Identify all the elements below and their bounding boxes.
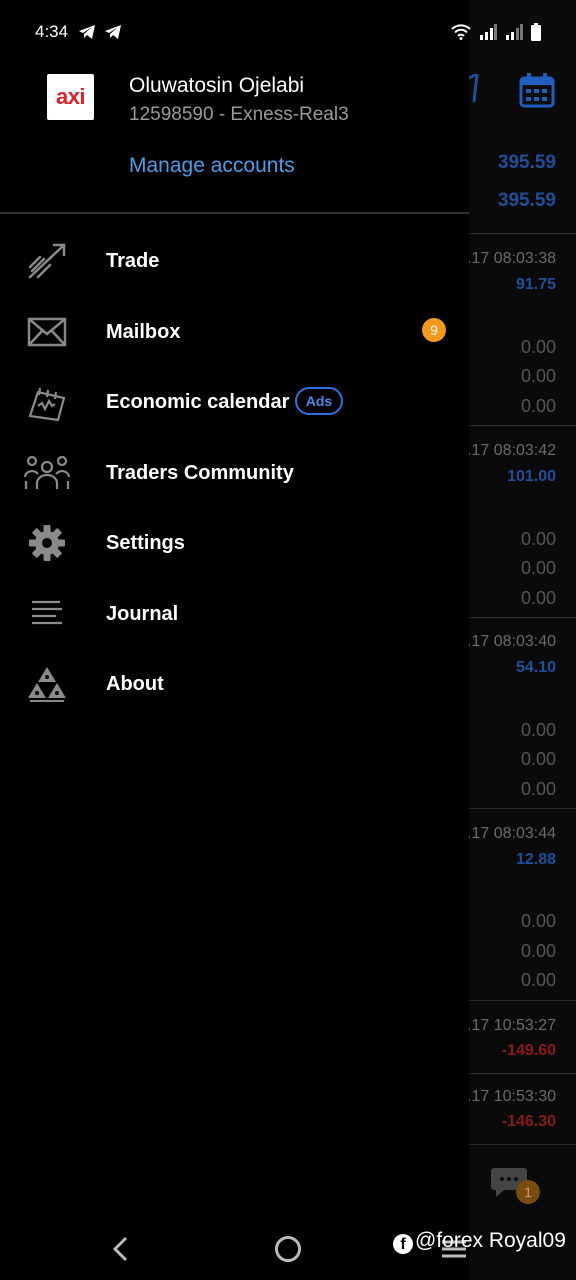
menu-label: About xyxy=(106,673,164,695)
deal-zero: 0.00 xyxy=(520,970,556,990)
deal-zero: 0.00 xyxy=(520,720,556,740)
signal-icon xyxy=(480,24,497,40)
balance-value: 395.59 xyxy=(497,152,556,173)
row-divider xyxy=(469,1144,576,1145)
menu-label: Settings xyxy=(106,532,185,554)
drawer-divider xyxy=(0,212,469,214)
deal-profit: 54.10 xyxy=(515,659,556,676)
deal-profit: 101.00 xyxy=(507,468,556,485)
deal-profit: -149.60 xyxy=(501,1042,556,1059)
deal-zero: 0.00 xyxy=(520,779,556,799)
menu-label: Mailbox xyxy=(106,321,181,343)
row-divider xyxy=(469,1073,576,1074)
battery-icon xyxy=(531,23,541,41)
facebook-icon: f xyxy=(393,1234,413,1254)
deal-zero: 0.00 xyxy=(520,529,556,549)
deal-time: .17 08:03:42 xyxy=(467,442,556,459)
row-divider xyxy=(469,617,576,618)
deal-zero: 0.00 xyxy=(520,337,556,357)
row-divider xyxy=(469,233,576,234)
deal-profit: 12.88 xyxy=(515,851,556,868)
status-time: 4:34 xyxy=(35,22,69,41)
status-bar: 4:34 xyxy=(0,0,576,64)
deal-time: .17 10:53:30 xyxy=(467,1088,556,1105)
menu-item-mailbox[interactable]: Mailbox 9 xyxy=(0,297,469,367)
deal-zero: 0.00 xyxy=(520,749,556,769)
mail-icon xyxy=(27,317,67,347)
row-divider xyxy=(469,808,576,809)
journal-icon xyxy=(32,600,62,625)
economic-calendar-icon xyxy=(28,387,66,422)
row-divider xyxy=(469,425,576,426)
deal-time: .17 08:03:44 xyxy=(467,825,556,842)
deal-time: .17 10:53:27 xyxy=(467,1017,556,1034)
telegram-icon xyxy=(105,25,121,39)
calendar-icon[interactable] xyxy=(519,72,555,108)
about-icon xyxy=(28,667,66,702)
unread-count-badge: 9 xyxy=(422,318,446,342)
deal-zero: 0.00 xyxy=(520,588,556,608)
account-id-server: 12598590 - Exness-Real3 xyxy=(129,104,349,125)
chat-badge: 1 xyxy=(516,1180,540,1204)
menu-label: Traders Community xyxy=(106,462,294,484)
deal-zero: 0.00 xyxy=(520,941,556,961)
menu-label: Journal xyxy=(106,603,179,625)
deal-zero: 0.00 xyxy=(520,911,556,931)
watermark: f @forex Royal09 xyxy=(393,1229,566,1254)
equity-value: 395.59 xyxy=(497,190,556,211)
deal-profit: -146.30 xyxy=(501,1113,556,1130)
menu-label: Economic calendar xyxy=(106,391,290,413)
menu-item-trade[interactable]: Trade xyxy=(0,226,469,296)
deal-zero: 0.00 xyxy=(520,396,556,416)
broker-logo-text: axi xyxy=(55,84,86,109)
manage-accounts-link[interactable]: Manage accounts xyxy=(129,154,295,178)
menu-item-settings[interactable]: Settings xyxy=(0,508,469,578)
trade-icon xyxy=(28,243,66,279)
deal-zero: 0.00 xyxy=(520,558,556,578)
watermark-text: @forex Royal09 xyxy=(415,1229,566,1252)
account-name[interactable]: Oluwatosin Ojelabi xyxy=(129,74,304,98)
deal-time: .17 08:03:38 xyxy=(467,250,556,267)
signal-icon xyxy=(506,24,523,40)
navigation-drawer: axi Oluwatosin Ojelabi 12598590 - Exness… xyxy=(0,0,469,1280)
menu-item-about[interactable]: About xyxy=(0,649,469,719)
broker-logo[interactable]: axi xyxy=(47,74,94,120)
home-button[interactable] xyxy=(275,1236,301,1262)
deal-time: .17 08:03:40 xyxy=(467,633,556,650)
ads-tag: Ads xyxy=(295,387,343,415)
community-icon xyxy=(24,455,70,489)
telegram-icon xyxy=(79,25,95,39)
wifi-icon xyxy=(451,24,471,40)
deal-profit: 91.75 xyxy=(515,276,556,293)
sort-arrow-icon xyxy=(469,74,479,103)
menu-label: Trade xyxy=(106,250,160,272)
back-icon[interactable] xyxy=(110,1236,132,1262)
row-divider xyxy=(469,1000,576,1001)
menu-item-journal[interactable]: Journal xyxy=(0,579,469,649)
deal-zero: 0.00 xyxy=(520,366,556,386)
menu-item-traders-community[interactable]: Traders Community xyxy=(0,438,469,508)
menu-item-economic-calendar[interactable]: Economic calendar Ads xyxy=(0,367,469,437)
gear-icon xyxy=(29,525,65,561)
